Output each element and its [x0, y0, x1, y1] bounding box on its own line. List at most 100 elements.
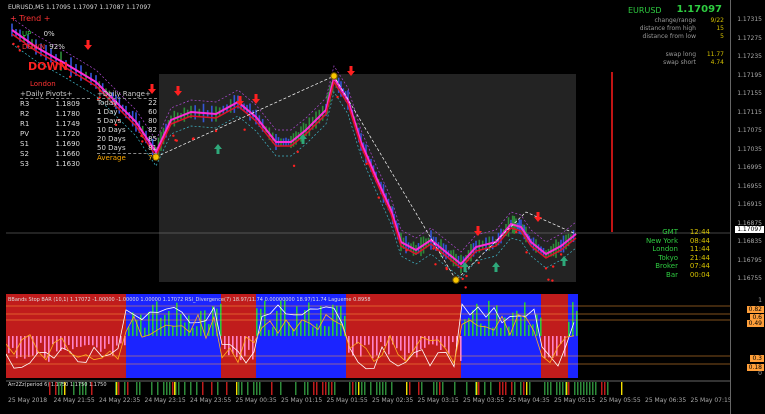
signal-dot	[377, 196, 380, 199]
range-row: 10 Days 82	[97, 126, 157, 135]
range-row: 50 Days 81	[97, 144, 157, 153]
zigzag-bar	[511, 382, 513, 395]
histogram-bar	[576, 310, 578, 336]
price-tick: 1.17195	[737, 71, 762, 79]
zigzag-bar	[241, 382, 243, 395]
pivot-key: S2	[20, 150, 29, 158]
zigzag-bar	[196, 382, 198, 395]
zigzag-bar	[385, 382, 387, 395]
price-tick: 1.16995	[737, 164, 762, 171]
zigzag-bar	[151, 382, 153, 395]
histogram-bar	[400, 336, 402, 351]
histogram-bar	[384, 336, 386, 347]
histogram-bar	[96, 336, 98, 348]
histogram-bar	[336, 305, 338, 336]
trend-segment	[346, 294, 461, 378]
zigzag-bar	[499, 382, 501, 395]
zigzag-bar	[592, 382, 594, 395]
time-tick: 25 May 02:35	[372, 397, 414, 404]
histogram-bar	[312, 327, 314, 336]
zigzag-bar	[433, 382, 435, 395]
trend-down-row: DOWN 92%	[22, 43, 65, 51]
price-axis: 1.17315 1.17275 1.17235 1.17195 1.17155 1.171…	[730, 0, 765, 414]
trend-down-value: 92%	[49, 43, 65, 51]
pivot-value: 1.1749	[55, 120, 81, 128]
signal-dot	[445, 266, 448, 270]
time-tick: 24 May 21:55	[53, 397, 95, 404]
time-tick: 25 May 2018	[8, 397, 48, 404]
zigzag-bar	[124, 382, 126, 395]
time-tick: 25 May 06:35	[645, 397, 687, 404]
trend-down-label: DOWN	[22, 43, 46, 51]
histogram-bar	[320, 306, 322, 336]
histogram-bar	[116, 336, 118, 346]
zigzag-bar	[163, 382, 165, 395]
zigzag-bar	[607, 382, 609, 395]
zigzag-bar	[295, 382, 297, 395]
histogram-bar	[36, 336, 38, 354]
signal-dot	[525, 251, 528, 254]
info-value: 11.77	[706, 51, 724, 58]
histogram-bar	[188, 315, 190, 336]
signal-dot	[243, 128, 246, 131]
zigzag-pivot-mark	[236, 382, 238, 395]
clock-row: New York 08:44	[620, 237, 710, 246]
histogram-bar	[172, 325, 174, 336]
histogram-bar	[104, 336, 106, 349]
range-row: 5 Days 80	[97, 117, 157, 126]
zigzag-bar	[352, 382, 354, 395]
zigzag-pivot-mark	[566, 382, 568, 395]
histogram-bar	[480, 323, 482, 336]
histogram-bar	[68, 336, 70, 345]
oscillator-panel[interactable]	[6, 294, 730, 378]
zigzag-bar	[190, 382, 192, 395]
pivot-value: 1.1630	[55, 160, 81, 168]
signal-dot	[559, 253, 563, 256]
histogram-bar	[464, 319, 466, 336]
info-key: swap long	[665, 51, 696, 58]
signal-dot	[18, 49, 22, 52]
histogram-bar	[48, 336, 50, 362]
info-row: change/range 9/22	[568, 17, 728, 25]
pivot-row: S1 1.1690	[20, 139, 90, 149]
time-tick: 25 May 03:55	[463, 397, 505, 404]
info-row: swap short 4.74	[568, 59, 728, 67]
zigzag-bar	[580, 382, 582, 395]
zigzag-bar	[118, 382, 120, 395]
histogram-bar	[364, 336, 366, 346]
signal-dot	[551, 265, 555, 268]
histogram-bar	[316, 323, 318, 336]
zigzag-bar	[478, 382, 480, 395]
time-tick: 25 May 05:15	[554, 397, 596, 404]
signal-dot	[214, 129, 218, 133]
zigzag-bar	[418, 382, 420, 395]
clock-panel: GMT 12:44 New York 08:44 London 11:44 Tokyo 21:…	[620, 228, 710, 279]
zigzag-svg	[6, 380, 730, 395]
osc-axis-top: 1	[758, 297, 762, 304]
zigzag-bar	[184, 382, 186, 395]
histogram-bar	[516, 310, 518, 336]
zigzag-bar	[172, 382, 174, 395]
zigzag-bar	[139, 382, 141, 395]
histogram-bar	[192, 328, 194, 336]
clock-value: 11:44	[689, 245, 710, 253]
price-tick: 1.16955	[737, 182, 762, 190]
info-row: swap long 11.77	[568, 41, 728, 59]
zigzag-bar	[583, 382, 585, 395]
zigzag-bar	[556, 382, 558, 395]
zigzag-panel[interactable]	[6, 380, 730, 395]
osc-level-badge: 0.49	[746, 320, 764, 327]
histogram-bar	[92, 336, 94, 346]
clock-value: 08:44	[689, 236, 710, 245]
clock-row: Broker 07:44	[620, 262, 710, 271]
osc-level-badge: 0.18	[746, 364, 764, 371]
oscillator-svg	[6, 294, 730, 378]
zigzag-bar	[574, 382, 576, 395]
signal-dot	[12, 42, 15, 46]
signal-dot	[434, 263, 437, 266]
histogram-bar	[256, 308, 258, 336]
info-key: swap short	[663, 59, 696, 66]
signal-dot	[477, 261, 480, 264]
histogram-bar	[196, 326, 198, 336]
info-symbol: EURUSD	[628, 6, 662, 15]
